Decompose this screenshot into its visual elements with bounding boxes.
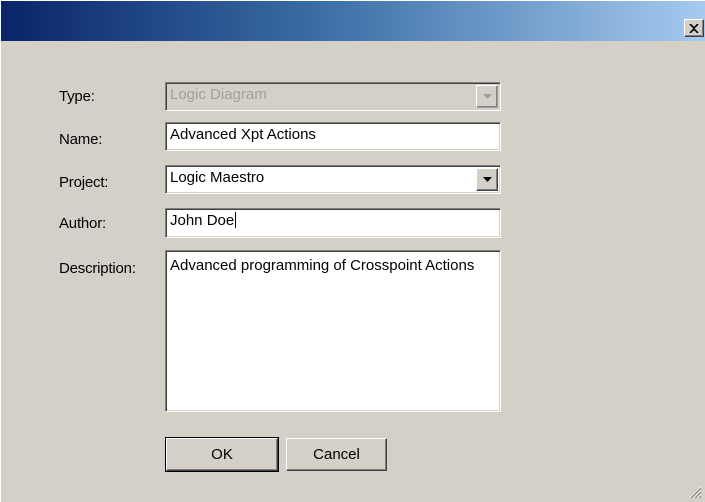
description-value: Advanced programming of Crosspoint Actio… (170, 257, 475, 274)
author-input[interactable]: John Doe (165, 208, 501, 238)
description-textarea[interactable]: Advanced programming of Crosspoint Actio… (165, 250, 501, 412)
author-label: Author: (59, 215, 106, 232)
cancel-button[interactable]: Cancel (286, 438, 387, 471)
type-select: Logic Diagram (165, 82, 501, 111)
chevron-down-icon (482, 94, 492, 99)
chevron-down-icon (482, 177, 492, 182)
type-value: Logic Diagram (170, 86, 267, 103)
author-value: John Doe (170, 212, 235, 229)
ok-label: OK (211, 446, 233, 463)
project-label: Project: (59, 174, 109, 191)
ok-button[interactable]: OK (165, 437, 279, 472)
type-dropdown-button (476, 85, 498, 108)
text-caret (235, 212, 237, 228)
close-icon (689, 23, 699, 33)
project-dropdown-button[interactable] (476, 168, 498, 191)
project-value: Logic Maestro (170, 169, 265, 186)
project-select[interactable]: Logic Maestro (165, 165, 501, 194)
description-label: Description: (59, 260, 136, 277)
name-input[interactable]: Advanced Xpt Actions (165, 122, 501, 151)
name-label: Name: (59, 131, 103, 148)
name-value: Advanced Xpt Actions (170, 126, 316, 143)
type-label: Type: (59, 88, 95, 105)
cancel-label: Cancel (313, 446, 360, 463)
dialog-window: Type: Logic Diagram Name: Advanced Xpt A… (0, 0, 705, 502)
title-bar[interactable] (1, 1, 705, 41)
resize-grip-icon[interactable] (688, 485, 702, 499)
close-button[interactable] (684, 19, 704, 37)
